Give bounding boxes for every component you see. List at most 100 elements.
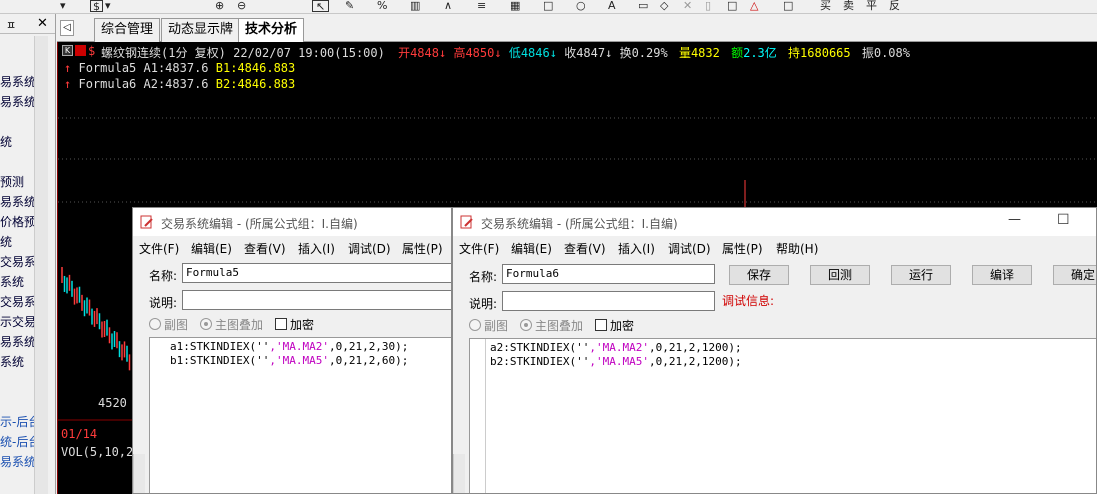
- menu-debug[interactable]: 调试(D): [348, 240, 391, 257]
- description-input[interactable]: [182, 290, 451, 310]
- rectangle-tool-icon[interactable]: □: [543, 0, 553, 12]
- formula-list-item[interactable]: 统: [0, 233, 12, 250]
- menu-view[interactable]: 查看(V): [244, 240, 286, 257]
- main-overlay-label: 主图叠加: [215, 318, 264, 332]
- delete-icon[interactable]: ✕: [683, 0, 692, 12]
- bar-tool-icon[interactable]: ▥: [410, 0, 420, 12]
- encrypt-checkbox[interactable]: [275, 318, 287, 330]
- sub-chart-radio[interactable]: [469, 319, 481, 331]
- backtest-button[interactable]: 回测: [810, 265, 870, 285]
- tab-bar: ◁ 综合管理 动态显示牌 技术分析: [57, 14, 1097, 43]
- formula-list-item[interactable]: 交易系: [0, 293, 36, 310]
- formula-list-item[interactable]: 易系统: [0, 73, 36, 90]
- menu-properties[interactable]: 属性(P): [402, 240, 443, 257]
- formula-list-item[interactable]: 交易系: [0, 253, 36, 270]
- minimize-icon[interactable]: —: [1008, 212, 1021, 227]
- reverse-button[interactable]: 反: [889, 0, 900, 12]
- formula-list-item[interactable]: 易系统: [0, 453, 36, 470]
- percent-icon[interactable]: %: [377, 0, 387, 12]
- left-scrollbar[interactable]: [453, 454, 465, 493]
- tab-dynamic-board[interactable]: 动态显示牌: [161, 18, 241, 42]
- tab-technical-analysis[interactable]: 技术分析: [238, 18, 305, 43]
- sell-button[interactable]: 卖: [843, 0, 854, 12]
- menu-file[interactable]: 文件(F): [459, 240, 499, 257]
- description-label: 说明:: [469, 297, 498, 311]
- dialog-title-bar[interactable]: 交易系统编辑 - (所属公式组：I.自编): [133, 208, 451, 236]
- tab-scroll-left-icon[interactable]: ◁: [60, 20, 74, 36]
- zoom-in-icon[interactable]: ⊕: [215, 0, 224, 12]
- dialog-title-bar[interactable]: 交易系统编辑 - (所属公式组：I.自编) — ☐: [453, 208, 1096, 236]
- color-icon[interactable]: △: [750, 0, 758, 12]
- formula-list-item[interactable]: 统: [0, 133, 12, 150]
- volume-indicator-label: VOL(5,10,2: [61, 445, 134, 459]
- grid-tool-icon[interactable]: ▦: [510, 0, 520, 12]
- menu-properties[interactable]: 属性(P): [722, 240, 763, 257]
- draw-line-icon[interactable]: ✎: [345, 0, 354, 12]
- edit-document-icon: [460, 215, 473, 229]
- debug-info-label: 调试信息:: [722, 294, 775, 308]
- zoom-out-icon[interactable]: ⊖: [237, 0, 246, 12]
- code-editor[interactable]: a1:STKINDIEX('','MA.MA2',0,21,2,30); b1:…: [149, 337, 451, 493]
- copy-icon[interactable]: □: [727, 0, 737, 12]
- name-input[interactable]: Formula5: [182, 263, 451, 283]
- description-input[interactable]: [502, 291, 715, 311]
- code-line-1: a2:STKINDIEX('','MA.MA2',0,21,2,1200);: [490, 341, 742, 354]
- main-overlay-radio[interactable]: [520, 319, 532, 331]
- encrypt-checkbox[interactable]: [595, 319, 607, 331]
- formula-list-item[interactable]: 易系统: [0, 333, 36, 350]
- lock-tool-icon[interactable]: ▭: [638, 0, 648, 12]
- close-icon[interactable]: ✕: [37, 16, 48, 31]
- formula-list-item[interactable]: 系统: [0, 273, 24, 290]
- text-tool-icon[interactable]: A: [608, 0, 616, 12]
- code-line-2: b1:STKINDIEX('','MA.MA5',0,21,2,60);: [170, 354, 409, 367]
- top-toolbar: ▾ $ ▾ ⊕ ⊖ ↖ ✎ % ▥ ∧ ≡ ▦ □ ○ A ▭ ◇ ✕ ▯ □ …: [0, 0, 1097, 14]
- pin-icon[interactable]: ㅍ: [6, 17, 16, 33]
- settings-box-icon[interactable]: □: [783, 0, 793, 12]
- maximize-icon[interactable]: ☐: [1057, 212, 1070, 228]
- name-input[interactable]: Formula6: [502, 264, 715, 284]
- formula-list-item[interactable]: 易系统: [0, 93, 36, 110]
- formula-list-item[interactable]: 示交易: [0, 313, 36, 330]
- dollar-icon[interactable]: $: [90, 0, 103, 13]
- left-panel-scrollbar[interactable]: [34, 36, 48, 494]
- formula-list-item[interactable]: 易系统: [0, 193, 36, 210]
- sub-chart-radio[interactable]: [149, 318, 161, 330]
- menu-insert[interactable]: 插入(I): [618, 240, 655, 257]
- cursor-icon[interactable]: ↖: [312, 0, 330, 13]
- formula-list-item[interactable]: 系统: [0, 353, 24, 370]
- dialog-title: 交易系统编辑 - (所属公式组：I.自编): [481, 217, 678, 231]
- tab-comprehensive-management[interactable]: 综合管理: [94, 18, 161, 42]
- main-overlay-radio[interactable]: [200, 318, 212, 330]
- menu-view[interactable]: 查看(V): [564, 240, 606, 257]
- trash-icon[interactable]: ▯: [705, 0, 711, 12]
- formula-list-item[interactable]: 预测: [0, 173, 24, 190]
- angle-tool-icon[interactable]: ∧: [444, 0, 452, 12]
- save-button[interactable]: 保存: [729, 265, 789, 285]
- menu-file[interactable]: 文件(F): [139, 240, 179, 257]
- menu-edit[interactable]: 编辑(E): [511, 240, 552, 257]
- formula5-editor-dialog: 交易系统编辑 - (所属公式组：I.自编) 文件(F) 编辑(E) 查看(V) …: [132, 207, 452, 494]
- encrypt-label: 加密: [610, 319, 635, 333]
- description-label: 说明:: [149, 296, 178, 310]
- code-line-2: b2:STKINDIEX('','MA.MA5',0,21,2,1200);: [490, 355, 742, 368]
- compile-button[interactable]: 编译: [972, 265, 1032, 285]
- code-editor[interactable]: a2:STKINDIEX('','MA.MA2',0,21,2,1200); b…: [469, 338, 1096, 493]
- menu-edit[interactable]: 编辑(E): [191, 240, 232, 257]
- lines-tool-icon[interactable]: ≡: [477, 0, 486, 12]
- dropdown-arrow-icon[interactable]: ▾: [60, 0, 66, 12]
- left-panel: ㅍ ✕ 易系统 易系统统预测 易系统 价格预统交易系 系统 交易系 示交易 易系统 系统 示-后台…: [0, 14, 56, 494]
- shape-tool-icon[interactable]: ◇: [660, 0, 668, 12]
- confirm-button[interactable]: 确定: [1053, 265, 1096, 285]
- menu-insert[interactable]: 插入(I): [298, 240, 335, 257]
- sub-chart-label: 副图: [164, 318, 189, 332]
- date-label: 01/14: [61, 427, 98, 441]
- close-position-button[interactable]: 平: [866, 0, 877, 12]
- circle-tool-icon[interactable]: ○: [576, 0, 586, 12]
- formula-list-item[interactable]: 价格预: [0, 213, 36, 230]
- left-scrollbar[interactable]: [133, 454, 145, 493]
- menu-debug[interactable]: 调试(D): [668, 240, 711, 257]
- dropdown-arrow-icon[interactable]: ▾: [105, 0, 111, 12]
- menu-help[interactable]: 帮助(H): [776, 240, 818, 257]
- run-button[interactable]: 运行: [891, 265, 951, 285]
- buy-button[interactable]: 买: [820, 0, 831, 12]
